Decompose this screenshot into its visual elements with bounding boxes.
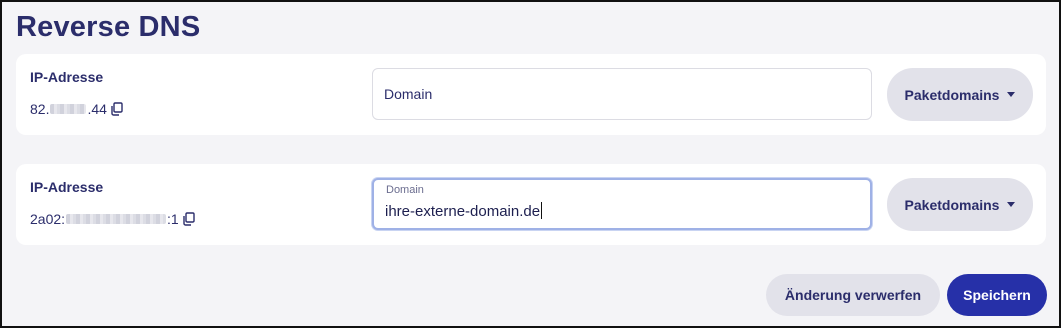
- chevron-down-icon: [1007, 92, 1016, 97]
- chevron-down-icon: [1007, 202, 1016, 207]
- save-button[interactable]: Speichern: [947, 274, 1047, 316]
- rdns-entry: IP-Adresse 82. .44 Domain Paketdomains: [16, 54, 1046, 135]
- domain-value-text: ihre-externe-domain.de: [385, 203, 541, 220]
- domain-input-value: ihre-externe-domain.de: [385, 202, 543, 220]
- ip-redacted: [50, 104, 87, 114]
- paketdomains-dropdown-button[interactable]: Paketdomains: [887, 178, 1033, 231]
- dropdown-label: Paketdomains: [904, 196, 1000, 213]
- ip-label: IP-Adresse: [30, 69, 104, 85]
- domain-floating-label: Domain: [386, 184, 424, 196]
- app-frame: Reverse DNS IP-Adresse 82. .44 Domain Pa…: [0, 0, 1061, 328]
- domain-placeholder: Domain: [384, 86, 433, 102]
- ip-prefix: 82.: [30, 101, 50, 117]
- copy-icon[interactable]: [182, 212, 196, 226]
- ip-suffix: .44: [87, 101, 107, 117]
- domain-input[interactable]: Domain ihre-externe-domain.de: [372, 178, 872, 230]
- domain-input[interactable]: Domain: [372, 68, 872, 120]
- copy-icon[interactable]: [110, 102, 124, 116]
- ip-address: 82. .44: [30, 101, 124, 117]
- paketdomains-dropdown-button[interactable]: Paketdomains: [887, 68, 1033, 121]
- discard-changes-button[interactable]: Änderung verwerfen: [766, 274, 940, 316]
- ip-suffix: :1: [167, 211, 179, 227]
- ip-address: 2a02: :1: [30, 211, 196, 227]
- ip-redacted: [66, 214, 167, 224]
- page-title: Reverse DNS: [16, 11, 201, 43]
- ip-prefix: 2a02:: [30, 211, 66, 227]
- rdns-entry: IP-Adresse 2a02: :1 Domain ihre-externe-…: [16, 164, 1046, 245]
- text-cursor: [541, 202, 543, 219]
- dropdown-label: Paketdomains: [904, 86, 1000, 103]
- ip-label: IP-Adresse: [30, 179, 104, 195]
